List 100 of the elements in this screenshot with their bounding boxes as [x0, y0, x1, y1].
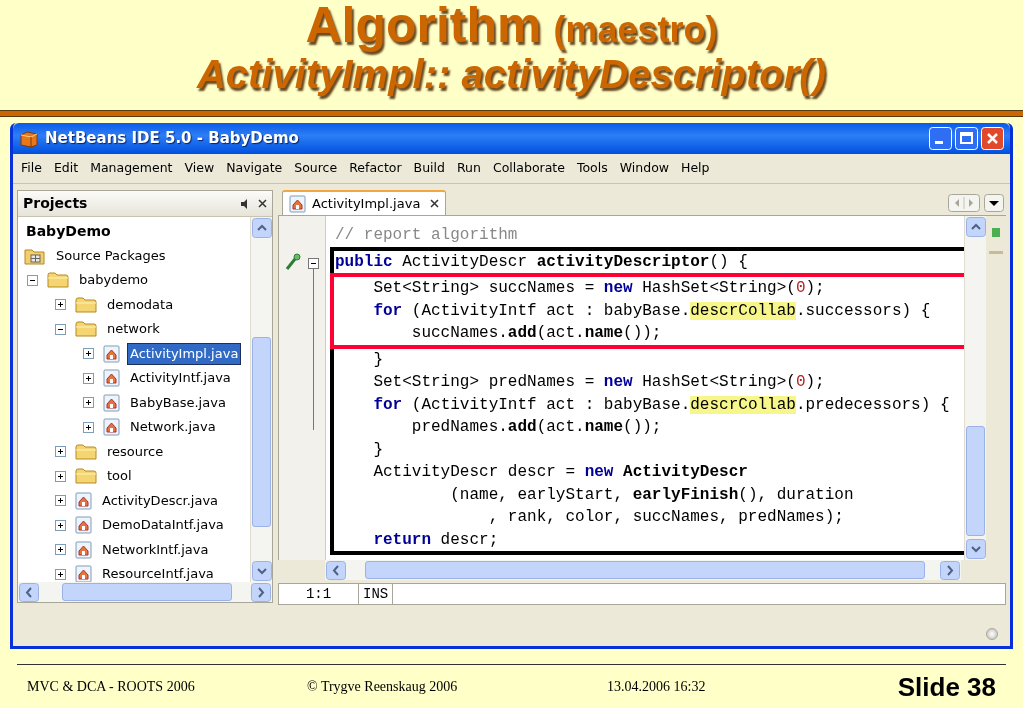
collapse-icon[interactable]	[55, 323, 66, 335]
footer-text: MVC & DCA - ROOTS 2006	[26, 680, 196, 694]
code-line: public ActivityDescr activityDescriptor() {	[335, 251, 749, 273]
tab-list-dropdown-icon[interactable]	[984, 194, 1004, 212]
scrollbar-thumb[interactable]	[252, 337, 271, 527]
tree-item[interactable]: ActivityDescr.java	[100, 490, 221, 511]
tree-item[interactable]: Source Packages	[54, 245, 168, 266]
scroll-up-button[interactable]	[965, 217, 986, 237]
menu-item[interactable]: Build	[407, 159, 451, 178]
menu-item[interactable]: Edit	[47, 159, 85, 178]
menu-item[interactable]: Collaborate	[486, 159, 571, 178]
tree-item[interactable]: ResourceIntf.java	[100, 564, 216, 582]
menu-item[interactable]: File	[15, 159, 48, 178]
expand-icon[interactable]	[55, 495, 66, 507]
scroll-left-button[interactable]	[19, 582, 39, 602]
expand-icon[interactable]	[55, 519, 66, 531]
package-folder-icon	[24, 246, 46, 265]
java-file-icon	[103, 369, 120, 388]
menu-item[interactable]: Management	[84, 159, 179, 178]
wrench-icon[interactable]	[285, 253, 301, 271]
expand-icon[interactable]	[55, 446, 66, 458]
code-fold-icon[interactable]	[308, 258, 319, 430]
menu-item[interactable]: Window	[613, 159, 676, 178]
tree-item[interactable]: NetworkIntf.java	[100, 539, 211, 560]
vertical-scrollbar[interactable]	[964, 216, 986, 560]
tree-item[interactable]: DemoDataIntf.java	[100, 515, 226, 536]
menu-item[interactable]: Source	[288, 159, 344, 178]
scrollbar-thumb[interactable]	[966, 426, 985, 536]
collapse-icon[interactable]	[27, 274, 38, 286]
folder-icon	[75, 442, 97, 461]
status-ok-icon	[992, 228, 1000, 237]
scroll-down-button[interactable]	[965, 539, 986, 559]
expand-icon[interactable]	[55, 544, 66, 556]
java-file-icon	[75, 516, 92, 535]
tree-item[interactable]: tool	[105, 466, 134, 487]
java-file-icon	[103, 393, 120, 412]
scroll-up-button[interactable]	[251, 218, 272, 238]
tree-item[interactable]: BabyBase.java	[128, 392, 228, 413]
folder-icon	[75, 467, 97, 486]
slide-title: Algorithm	[305, 0, 542, 50]
menu-item[interactable]: Tools	[570, 159, 614, 178]
tree-item[interactable]: ActivityImpl.java	[128, 343, 241, 364]
slide-title-aside: (maestro)	[553, 12, 718, 48]
folder-icon	[75, 295, 97, 314]
horizontal-scrollbar[interactable]	[325, 560, 961, 580]
menu-item[interactable]: View	[178, 159, 221, 178]
insert-mode-indicator: INS	[359, 584, 394, 604]
tab-label: ActivityImpl.java	[312, 194, 421, 213]
java-file-icon	[103, 418, 120, 437]
expand-icon[interactable]	[55, 568, 66, 580]
close-icon[interactable]	[430, 199, 440, 208]
scroll-down-button[interactable]	[251, 561, 272, 581]
code-line: return descr;	[372, 529, 500, 551]
code-line: }	[372, 349, 384, 371]
close-button[interactable]	[981, 127, 1004, 150]
scrollbar-thumb[interactable]	[62, 583, 232, 601]
tree-item[interactable]: network	[105, 319, 162, 340]
folder-icon	[75, 320, 97, 339]
code-line: predNames.add(act.name());	[410, 417, 663, 438]
expand-icon[interactable]	[55, 299, 66, 311]
scroll-left-button[interactable]	[326, 560, 346, 580]
scrollbar-thumb[interactable]	[365, 561, 925, 579]
footer-text: 13.04.2006 16:32	[607, 680, 707, 694]
tree-item[interactable]: Network.java	[128, 417, 218, 438]
menu-item[interactable]: Help	[675, 159, 716, 178]
horizontal-scrollbar[interactable]	[18, 582, 272, 602]
footer-text: © Trygve Reenskaug 2006	[307, 680, 459, 694]
code-line: Set<String> succNames = new HashSet<String>(0);	[372, 278, 826, 299]
code-line: , rank, color, succNames, predNames);	[487, 507, 845, 528]
minimize-button[interactable]	[929, 127, 952, 150]
scroll-right-button[interactable]	[940, 560, 960, 580]
maximize-button[interactable]	[955, 127, 978, 150]
code-line: Set<String> predNames = new HashSet<String>(0);	[372, 372, 826, 393]
code-line: (name, earlyStart, earlyFinish(), duration	[449, 484, 855, 506]
tree-item[interactable]: demodata	[105, 294, 176, 315]
code-line: }	[372, 439, 384, 461]
expand-icon[interactable]	[83, 348, 94, 360]
editor-tab[interactable]: ActivityImpl.java	[282, 190, 447, 215]
close-icon[interactable]	[258, 199, 267, 208]
expand-icon[interactable]	[83, 397, 94, 409]
code-line: ActivityDescr descr = new ActivityDescr	[372, 462, 749, 483]
expand-icon[interactable]	[83, 421, 94, 433]
tree-item[interactable]: resource	[105, 441, 166, 462]
java-file-icon	[75, 491, 92, 510]
menu-item[interactable]: Run	[451, 159, 487, 178]
slide-subtitle: ActivityImpl:: activityDescriptor()	[197, 54, 826, 94]
java-file-icon	[75, 565, 92, 582]
menu-item[interactable]: Navigate	[220, 159, 289, 178]
tree-item[interactable]: babydemo	[77, 270, 151, 291]
expand-icon[interactable]	[83, 372, 94, 384]
progress-indicator-icon	[986, 628, 998, 640]
scroll-right-button[interactable]	[251, 582, 271, 602]
minimize-panel-icon[interactable]	[240, 198, 250, 209]
code-line: for (ActivityIntf act : babyBase.descrCollab.predecessors) {	[372, 394, 951, 416]
expand-icon[interactable]	[55, 470, 66, 482]
tree-item[interactable]: ActivityIntf.java	[128, 368, 233, 389]
java-file-icon	[103, 344, 120, 363]
menu-item[interactable]: Refactor	[343, 159, 408, 178]
tree-item[interactable]: BabyDemo	[24, 221, 113, 242]
vertical-scrollbar[interactable]	[250, 217, 272, 582]
